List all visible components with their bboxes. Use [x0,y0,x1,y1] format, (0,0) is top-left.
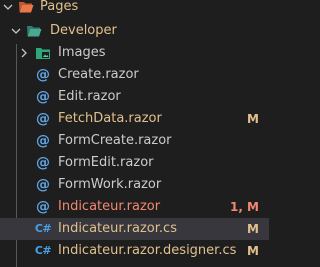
tree-file-selected[interactable]: C# Indicateur.razor.cs M [0,218,269,240]
chevron-down-icon [2,0,14,18]
git-status-badge: 1, M [229,200,259,214]
git-status-badge: M [247,222,259,236]
tree-folder-label: Developer [50,23,117,38]
tree-folder-images[interactable]: Images [0,42,269,64]
tree-file-label: FormCreate.razor [58,133,172,148]
git-status-badge: M [247,112,259,126]
explorer-file-tree: Pages Developer Images @ Create.razor @ … [0,0,269,267]
tree-file[interactable]: @ FormCreate.razor [0,130,269,152]
tree-file-label: FormWork.razor [58,177,162,192]
tree-file[interactable]: @ FetchData.razor M [0,108,269,130]
tree-folder-label: Images [58,45,106,60]
tree-file[interactable]: @ Edit.razor [0,86,269,108]
razor-icon: @ [36,89,50,105]
tree-folder-label: Pages [40,0,79,14]
tree-file-label: FormEdit.razor [58,155,154,170]
tree-file-label: Indicateur.razor [58,199,161,214]
tree-file-label: Indicateur.razor.designer.cs [58,243,237,258]
tree-file-label: Indicateur.razor.cs [58,221,177,236]
images-folder-icon [35,42,51,64]
tree-file-label: Create.razor [58,67,139,82]
folder-open-icon [26,20,42,42]
razor-icon: @ [36,67,50,83]
csharp-icon: C# [34,244,52,257]
tree-file[interactable]: @ FormEdit.razor [0,152,269,174]
folder-open-icon [18,0,34,18]
razor-icon: @ [36,133,50,149]
tree-folder-developer[interactable]: Developer [0,20,269,42]
razor-icon: @ [36,177,50,193]
tree-file[interactable]: @ FormWork.razor [0,174,269,196]
razor-icon: @ [36,155,50,171]
chevron-down-icon [10,20,22,42]
chevron-right-icon [18,42,30,64]
csharp-icon: C# [34,222,52,235]
tree-folder-pages[interactable]: Pages [0,0,269,18]
git-status-badge: M [247,244,259,258]
tree-file[interactable]: C# Indicateur.razor.designer.cs M [0,240,269,262]
tree-file[interactable]: @ Create.razor [0,64,269,86]
tree-file[interactable]: @ Indicateur.razor 1, M [0,196,269,218]
tree-file-label: Edit.razor [58,89,121,104]
tree-file-label: FetchData.razor [58,111,162,126]
razor-icon: @ [36,111,50,127]
razor-icon: @ [36,199,50,215]
